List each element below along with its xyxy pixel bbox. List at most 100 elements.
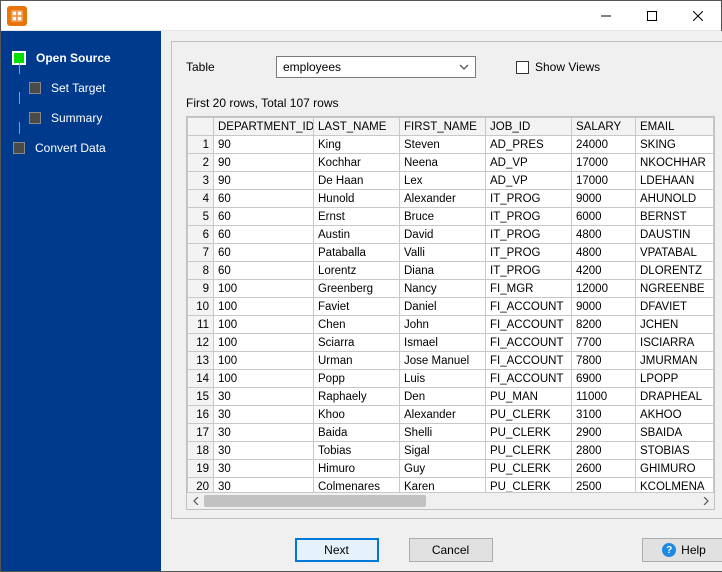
- cell[interactable]: LDEHAAN: [636, 172, 714, 190]
- cell[interactable]: Tobias: [314, 442, 400, 460]
- help-button[interactable]: ? Help: [642, 538, 722, 562]
- table-row[interactable]: 1930HimuroGuyPU_CLERK2600GHIMURO: [188, 460, 714, 478]
- cell[interactable]: AD_PRES: [486, 136, 572, 154]
- cell[interactable]: 30: [214, 460, 314, 478]
- data-grid[interactable]: DEPARTMENT_IDLAST_NAMEFIRST_NAMEJOB_IDSA…: [186, 116, 715, 510]
- cell[interactable]: 30: [214, 442, 314, 460]
- cell[interactable]: 90: [214, 154, 314, 172]
- table-row[interactable]: 11100ChenJohnFI_ACCOUNT8200JCHEN: [188, 316, 714, 334]
- column-header[interactable]: SALARY: [572, 118, 636, 136]
- cell[interactable]: NKOCHHAR: [636, 154, 714, 172]
- table-row[interactable]: 1530RaphaelyDenPU_MAN11000DRAPHEAL: [188, 388, 714, 406]
- cell[interactable]: Daniel: [400, 298, 486, 316]
- cell[interactable]: 24000: [572, 136, 636, 154]
- scroll-right-icon[interactable]: [697, 493, 714, 509]
- column-header[interactable]: DEPARTMENT_ID: [214, 118, 314, 136]
- cell[interactable]: PU_CLERK: [486, 442, 572, 460]
- cell[interactable]: 90: [214, 172, 314, 190]
- cell[interactable]: 17000: [572, 154, 636, 172]
- cell[interactable]: AD_VP: [486, 172, 572, 190]
- cell[interactable]: Alexander: [400, 406, 486, 424]
- scroll-left-icon[interactable]: [187, 493, 204, 509]
- cell[interactable]: Lex: [400, 172, 486, 190]
- cell[interactable]: JCHEN: [636, 316, 714, 334]
- cell[interactable]: 7700: [572, 334, 636, 352]
- cell[interactable]: Khoo: [314, 406, 400, 424]
- cell[interactable]: GHIMURO: [636, 460, 714, 478]
- cell[interactable]: NGREENBE: [636, 280, 714, 298]
- cell[interactable]: FI_ACCOUNT: [486, 334, 572, 352]
- cell[interactable]: 100: [214, 334, 314, 352]
- cell[interactable]: IT_PROG: [486, 208, 572, 226]
- cell[interactable]: 3100: [572, 406, 636, 424]
- cell[interactable]: Popp: [314, 370, 400, 388]
- cell[interactable]: 7800: [572, 352, 636, 370]
- cell[interactable]: Chen: [314, 316, 400, 334]
- next-button[interactable]: Next: [295, 538, 379, 562]
- cell[interactable]: 60: [214, 190, 314, 208]
- table-row[interactable]: 13100UrmanJose ManuelFI_ACCOUNT7800JMURM…: [188, 352, 714, 370]
- table-row[interactable]: 460HunoldAlexanderIT_PROG9000AHUNOLD: [188, 190, 714, 208]
- cell[interactable]: Nancy: [400, 280, 486, 298]
- cell[interactable]: FI_ACCOUNT: [486, 370, 572, 388]
- column-header[interactable]: LAST_NAME: [314, 118, 400, 136]
- cell[interactable]: FI_ACCOUNT: [486, 298, 572, 316]
- cell[interactable]: STOBIAS: [636, 442, 714, 460]
- cell[interactable]: 60: [214, 208, 314, 226]
- cell[interactable]: 4200: [572, 262, 636, 280]
- cell[interactable]: Pataballa: [314, 244, 400, 262]
- cell[interactable]: 100: [214, 316, 314, 334]
- cell[interactable]: 100: [214, 298, 314, 316]
- cell[interactable]: PU_CLERK: [486, 460, 572, 478]
- minimize-button[interactable]: [583, 1, 629, 30]
- cell[interactable]: Jose Manuel: [400, 352, 486, 370]
- cell[interactable]: John: [400, 316, 486, 334]
- wizard-step-convert-data[interactable]: Convert Data: [1, 133, 161, 163]
- cell[interactable]: DAUSTIN: [636, 226, 714, 244]
- cell[interactable]: 9000: [572, 298, 636, 316]
- cell[interactable]: 11000: [572, 388, 636, 406]
- cell[interactable]: Kochhar: [314, 154, 400, 172]
- cell[interactable]: Sciarra: [314, 334, 400, 352]
- wizard-step-summary[interactable]: Summary: [1, 103, 161, 133]
- cell[interactable]: JMURMAN: [636, 352, 714, 370]
- cell[interactable]: DFAVIET: [636, 298, 714, 316]
- table-row[interactable]: 190KingStevenAD_PRES24000SKING: [188, 136, 714, 154]
- cell[interactable]: 4800: [572, 226, 636, 244]
- cell[interactable]: 100: [214, 280, 314, 298]
- cell[interactable]: 2900: [572, 424, 636, 442]
- cell[interactable]: KCOLMENA: [636, 478, 714, 493]
- wizard-step-open-source[interactable]: Open Source: [1, 43, 161, 73]
- cancel-button[interactable]: Cancel: [409, 538, 493, 562]
- cell[interactable]: Urman: [314, 352, 400, 370]
- cell[interactable]: Alexander: [400, 190, 486, 208]
- show-views-checkbox[interactable]: Show Views: [516, 60, 600, 74]
- table-row[interactable]: 1630KhooAlexanderPU_CLERK3100AKHOO: [188, 406, 714, 424]
- cell[interactable]: Baida: [314, 424, 400, 442]
- table-row[interactable]: 660AustinDavidIT_PROG4800DAUSTIN: [188, 226, 714, 244]
- cell[interactable]: PU_CLERK: [486, 478, 572, 493]
- cell[interactable]: Hunold: [314, 190, 400, 208]
- cell[interactable]: IT_PROG: [486, 244, 572, 262]
- cell[interactable]: Steven: [400, 136, 486, 154]
- cell[interactable]: PU_CLERK: [486, 424, 572, 442]
- table-row[interactable]: 290KochharNeenaAD_VP17000NKOCHHAR: [188, 154, 714, 172]
- table-row[interactable]: 860LorentzDianaIT_PROG4200DLORENTZ: [188, 262, 714, 280]
- cell[interactable]: 9000: [572, 190, 636, 208]
- column-header[interactable]: EMAIL: [636, 118, 714, 136]
- cell[interactable]: Valli: [400, 244, 486, 262]
- cell[interactable]: David: [400, 226, 486, 244]
- close-button[interactable]: [675, 1, 721, 30]
- table-row[interactable]: 14100PoppLuisFI_ACCOUNT6900LPOPP: [188, 370, 714, 388]
- cell[interactable]: FI_ACCOUNT: [486, 316, 572, 334]
- table-row[interactable]: 760PataballaValliIT_PROG4800VPATABAL: [188, 244, 714, 262]
- cell[interactable]: 60: [214, 262, 314, 280]
- table-row[interactable]: 10100FavietDanielFI_ACCOUNT9000DFAVIET: [188, 298, 714, 316]
- cell[interactable]: 6000: [572, 208, 636, 226]
- cell[interactable]: 30: [214, 406, 314, 424]
- cell[interactable]: Den: [400, 388, 486, 406]
- scrollbar-thumb[interactable]: [204, 495, 426, 507]
- cell[interactable]: PU_CLERK: [486, 406, 572, 424]
- cell[interactable]: Shelli: [400, 424, 486, 442]
- cell[interactable]: 60: [214, 244, 314, 262]
